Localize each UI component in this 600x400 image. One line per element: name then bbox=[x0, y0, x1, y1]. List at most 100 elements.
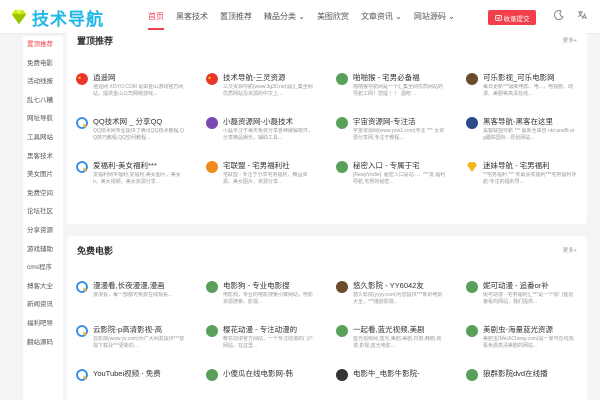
site-favicon-icon bbox=[336, 161, 348, 173]
site-card[interactable]: 宇宙资源网-专注活 宇宙资源网(www.yzw1.com)专注 *** 太资源分享… bbox=[327, 110, 457, 154]
site-favicon-icon bbox=[206, 369, 218, 381]
nav-home[interactable]: 首页 bbox=[142, 0, 170, 34]
site-title: 可乐影视_可乐电影网 bbox=[483, 73, 555, 82]
sidebar-item-pinned[interactable]: 置顶推荐 bbox=[23, 36, 63, 55]
sidebar-item-misc[interactable]: 乱七八糟 bbox=[23, 92, 63, 111]
sidebar-item-free-hosting[interactable]: 免费空间 bbox=[23, 185, 63, 204]
nav-articles[interactable]: 文章资讯 ⌄ bbox=[355, 0, 408, 34]
sidebar-item-tools[interactable]: 工具网站 bbox=[23, 129, 63, 148]
site-card[interactable]: 云影院-p高清影视-高 云影院(www.yy.com)为广大网友提供***影视下载… bbox=[67, 318, 197, 362]
site-card[interactable]: 啪啪猴 - 宅男必备福 啪啪猴导航网是一个汇集全网优质网站的导航工网！您提 ！！ … bbox=[327, 66, 457, 110]
site-title: 妮可动漫 - 追番or补 bbox=[483, 281, 549, 290]
site-title: 狼群影院dvd在线播 bbox=[483, 369, 548, 378]
site-description: [RealyVodie]. 秘密入口是站...，***发,福利导航,宅男的秘密.… bbox=[353, 172, 446, 185]
site-grid: 逍遥网 逍遥网 XOYO.COM 是由金山游戏官方网站，提供金山公司网络游戏...… bbox=[67, 66, 587, 198]
site-favicon-icon bbox=[206, 161, 218, 173]
site-card[interactable]: 妮可动漫 - 追番or补 妮可动漫 - 宅男福利汇***是一个零门槛追番看的网站，… bbox=[457, 274, 587, 318]
sidebar-item-news[interactable]: 新闻资讯 bbox=[23, 296, 63, 315]
language-toggle[interactable] bbox=[576, 9, 588, 21]
flag-icon bbox=[206, 73, 218, 85]
site-title: 宇宙资源网-专注活 bbox=[353, 117, 416, 126]
site-title: 电影牛_电影牛影院- bbox=[353, 369, 420, 378]
translate-icon bbox=[577, 11, 587, 20]
site-description: 三灵资源导航(www.3g30.net)是汇集全网优质网站及资源的中文上... bbox=[223, 84, 313, 97]
submit-site-button[interactable]: 收录提交 bbox=[488, 10, 536, 25]
nav-gallery[interactable]: 美图欣赏 bbox=[311, 0, 355, 34]
site-title: 漫漫看,长夜漫漫,漫画 bbox=[93, 281, 165, 290]
site-card[interactable]: 悠久影院 - YY6042友 悠久影院(yyyy.com)为您提供***新的电影大… bbox=[327, 274, 457, 318]
site-description: 悠久影院(yyyy.com)为您提供***新的电影大全，***播放影院... bbox=[353, 292, 443, 305]
site-card[interactable]: 美剧虫-海量蓝光资源 美剧虫(MeiJiChong.com)是一家可在线观看免费高… bbox=[457, 318, 587, 362]
site-card[interactable]: 狼群影院dvd在线播 bbox=[457, 362, 587, 400]
section-title: 免费电影 bbox=[77, 245, 114, 256]
sidebar-item-pictures[interactable]: 美女图片 bbox=[23, 166, 63, 185]
site-card[interactable]: 宅联盟 - 宅男福利社宅联盟 - 专注于分享宅男福利、精品资源、美女图片、资源分… bbox=[197, 154, 327, 198]
site-title: 宅联盟 - 宅男福利社 bbox=[223, 161, 290, 170]
sidebar-item-source[interactable]: 翻站源码 bbox=[23, 334, 63, 353]
more-link[interactable]: 更多+ bbox=[563, 246, 577, 254]
site-title: 迷妹导航 - 宅男福利 bbox=[483, 161, 550, 170]
site-favicon-icon bbox=[466, 369, 478, 381]
site-favicon-icon bbox=[466, 325, 478, 337]
site-title: 云影院-p高清影视-高 bbox=[93, 325, 163, 334]
site-favicon-icon bbox=[206, 281, 218, 293]
site-description: 每日更新***最新电影、电...，电视剧、动漫、美剧等高清在线... bbox=[483, 84, 574, 97]
sidebar-item-welfare[interactable]: 福利吧导 bbox=[23, 315, 63, 334]
site-title: 黑客导航-黑客在这里 bbox=[483, 117, 553, 126]
site-card[interactable]: 电影牛_电影牛影院- bbox=[327, 362, 457, 400]
more-link[interactable]: 更多+ bbox=[563, 36, 577, 44]
site-card[interactable]: QQ技术网 _ 分享QQ QQ技术网专业提供了腾讯QQ技术教程,QQ技巧教程,QQ… bbox=[67, 110, 197, 154]
site-card[interactable]: 可乐影视_可乐电影网每日更新***最新电影、电...，电视剧、动漫、美剧等高清在… bbox=[457, 66, 587, 110]
nav-categories[interactable]: 精品分类 ⌄ bbox=[258, 0, 311, 34]
sidebar-item-cms[interactable]: cms程序 bbox=[23, 259, 63, 278]
sidebar-item-directory[interactable]: 网址导航 bbox=[23, 110, 63, 129]
site-description bbox=[223, 380, 317, 394]
sidebar-item-movies[interactable]: 免费电影 bbox=[23, 55, 63, 74]
site-card[interactable]: 一起看,蓝光视频,美剧 蓝光视频网,蓝光,美剧,美剧,日剧,韩剧,动漫,影视,蓝光… bbox=[327, 318, 457, 362]
section-title: 置顶推荐 bbox=[77, 35, 114, 46]
site-card[interactable]: 电影狗 - 专业电影搜 电影狗，专业的电影搜索引擎网站，电影资源搜索，影视... bbox=[197, 274, 327, 318]
search-logo-icon bbox=[76, 281, 88, 293]
sidebar-item-game-aids[interactable]: 游戏辅助 bbox=[23, 241, 63, 260]
nav-hacker[interactable]: 黑客技术 bbox=[170, 0, 214, 34]
sidebar-item-sharing[interactable]: 分享资源 bbox=[23, 222, 63, 241]
site-card[interactable]: 迷妹导航 - 宅男福利 **宅男福利 *** 你最喜欢福利***宅男福利导航-专注… bbox=[457, 154, 587, 198]
site-favicon-icon bbox=[336, 281, 348, 293]
site-card[interactable]: 漫漫看,长夜漫漫,漫画 漫漫看，每一部都可免费在线观看... bbox=[67, 274, 197, 318]
site-card[interactable]: YouTubei视频 - 免费 bbox=[67, 362, 197, 400]
sidebar-item-hacker[interactable]: 黑客技术 bbox=[23, 148, 63, 167]
site-description: 逍遥网 XOYO.COM 是由金山游戏官方网站，提供金山公司网络游戏... bbox=[93, 84, 184, 97]
sidebar-item-deals[interactable]: 活动线报 bbox=[23, 73, 63, 92]
diamond-logo-icon bbox=[11, 9, 27, 25]
site-card[interactable]: 小傻瓜在线电影网-韩 bbox=[197, 362, 327, 400]
site-description: QQ技术网专业提供了腾讯QQ技术教程,QQ技巧教程,QQ空间教程... bbox=[93, 128, 184, 141]
search-logo-icon bbox=[76, 161, 88, 173]
site-favicon-icon bbox=[466, 117, 478, 129]
site-title: QQ技术网 _ 分享QQ bbox=[93, 117, 163, 126]
site-card[interactable]: 技术导航-三灵资源 三灵资源导航(www.3g30.net)是汇集全网优质网站及资… bbox=[197, 66, 327, 110]
site-card[interactable]: 樱花动漫 - 专注动漫的 樱花动漫官方网站，一个专注动漫的门户网站，在这里... bbox=[197, 318, 327, 362]
site-description: 黑客联盟导航 *** 最新全来自 nbl ann8t.org跟踪国际 - 原创网… bbox=[483, 128, 575, 141]
site-description: 宅联盟 - 专注于分享宅男福利、精品资源、美女图片、资源分享... bbox=[223, 172, 308, 185]
site-card[interactable]: 爱福利-美女福利*** 爱福利网专福利,爱福利,美女图片，美女 n，美女视频，美女… bbox=[67, 154, 197, 198]
site-description bbox=[93, 380, 187, 394]
site-card[interactable]: 黑客导航-黑客在这里黑客联盟导航 *** 最新全来自 nbl ann8t.org… bbox=[457, 110, 587, 154]
site-favicon-icon bbox=[206, 117, 218, 129]
site-description: 电影狗，专业的电影搜索引擎网站，电影资源搜索，影视... bbox=[223, 292, 314, 305]
nav-pinned[interactable]: 置顶推荐 bbox=[214, 0, 258, 34]
site-card[interactable]: 秘密入口 - 专属于宅 [RealyVodie]. 秘密入口是站...，***发,… bbox=[327, 154, 457, 198]
sidebar-item-forums[interactable]: 论坛社区 bbox=[23, 203, 63, 222]
dark-mode-toggle[interactable] bbox=[553, 9, 565, 21]
site-card[interactable]: 逍遥网 逍遥网 XOYO.COM 是由金山游戏官方网站，提供金山公司网络游戏... bbox=[67, 66, 197, 110]
site-title: 一起看,蓝光视频,美剧 bbox=[353, 325, 425, 334]
top-header: 技术导航 首页 黑客技术 置顶推荐 精品分类 ⌄ 美图欣赏 文章资讯 ⌄ 网站源… bbox=[0, 0, 600, 34]
site-favicon-icon bbox=[466, 281, 478, 293]
site-favicon-icon bbox=[466, 73, 478, 85]
site-card[interactable]: 小磊资源网-小磊技术 小磊专注于每天免费分享各种破解软件，分享精品娱乐，辅助工具.… bbox=[197, 110, 327, 154]
site-logo[interactable]: 技术导航 bbox=[10, 6, 104, 29]
site-title: 小磊资源网-小磊技术 bbox=[223, 117, 293, 126]
nav-source[interactable]: 网站源码 ⌄ bbox=[408, 0, 461, 34]
section-pinned: 置顶推荐 更多+ 逍遥网 逍遥网 XOYO.COM 是由金山游戏官方网站，提供金山… bbox=[67, 30, 587, 224]
site-title: 秘密入口 - 专属于宅 bbox=[353, 161, 420, 170]
sidebar-item-blogs[interactable]: 搏客大全 bbox=[23, 278, 63, 297]
